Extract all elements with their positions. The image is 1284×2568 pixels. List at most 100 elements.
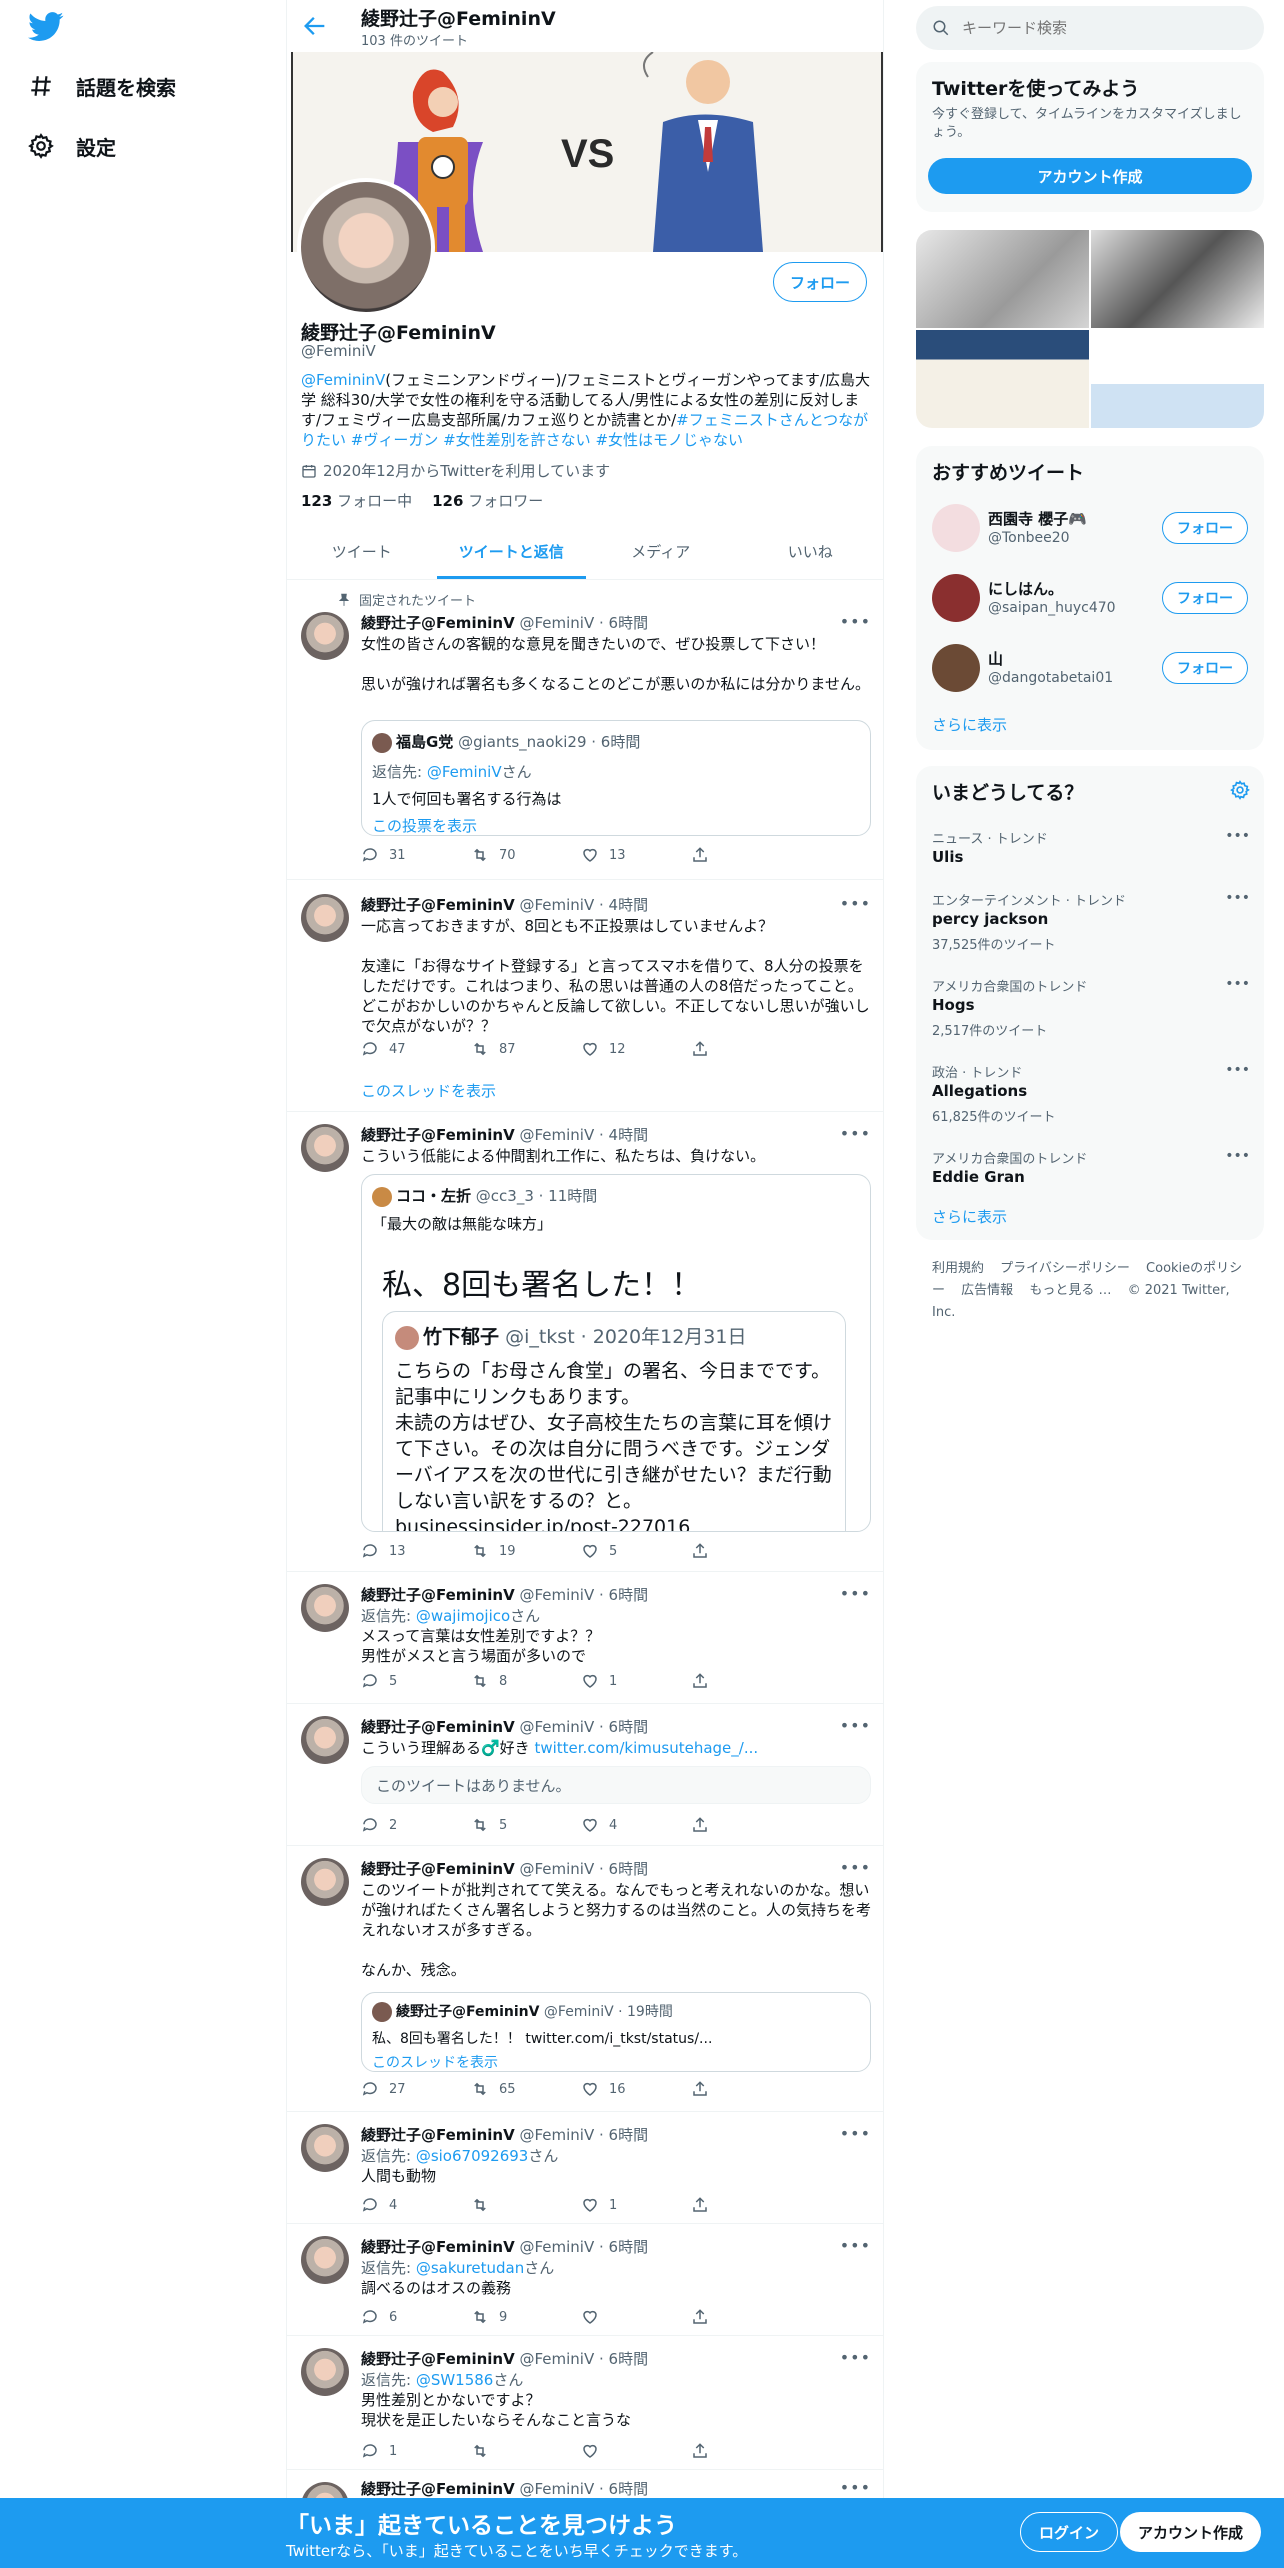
like-button[interactable]: 4 [581, 1816, 691, 1834]
tab-tweets[interactable]: ツイート [287, 524, 437, 579]
login-button[interactable]: ログイン [1020, 2512, 1119, 2552]
show-thread-link[interactable]: このスレッドを表示 [372, 2052, 860, 2071]
avatar[interactable] [932, 504, 980, 552]
media-thumbnail[interactable] [916, 330, 1089, 428]
more-icon[interactable]: ••• [840, 1584, 871, 1603]
share-button[interactable] [691, 2196, 801, 2214]
more-icon[interactable]: ••• [1225, 828, 1250, 844]
retweet-button[interactable]: 70 [471, 846, 581, 864]
like-button[interactable]: 1 [581, 1672, 691, 1690]
nav-settings[interactable]: 設定 [28, 126, 116, 166]
trend-item[interactable]: エンターテインメント · トレンド percy jackson 37,525件の… [916, 880, 1264, 966]
reply-button[interactable]: 47 [361, 1040, 471, 1058]
avatar[interactable] [301, 894, 349, 942]
more-icon[interactable]: ••• [1225, 1062, 1250, 1078]
media-thumbnail[interactable] [1091, 230, 1264, 328]
more-icon[interactable]: ••• [840, 2236, 871, 2255]
tweet-item[interactable]: 綾野辻子@FemininV @FeminiV · 6時間 ••• こういう理解あ… [287, 1704, 883, 1846]
tweet-item[interactable]: 綾野辻子@FemininV @FeminiV · 6時間 ••• 返信先: @s… [287, 2224, 883, 2336]
bio-mention-link[interactable]: @FemininV [301, 371, 385, 389]
tab-media[interactable]: メディア [586, 524, 736, 579]
footer-ads-link[interactable]: 広告情報 [961, 1283, 1013, 1298]
quoted-tweet[interactable]: 綾野辻子@FemininV @FeminiV · 19時間 私、8回も署名した！… [361, 1992, 871, 2072]
show-poll-link[interactable]: この投票を表示 [372, 815, 860, 836]
reply-button[interactable]: 31 [361, 846, 471, 864]
recommended-user[interactable]: 山 @dangotabetai01 フォロー [916, 634, 1264, 704]
more-icon[interactable]: ••• [840, 612, 871, 631]
tab-tweets-and-replies[interactable]: ツイートと返信 [436, 524, 587, 579]
reply-button[interactable]: 27 [361, 2080, 471, 2098]
retweet-button[interactable] [471, 2196, 581, 2214]
tweet-item[interactable]: 綾野辻子@FemininV @FeminiV · 6時間 ••• 返信先: @S… [287, 2336, 883, 2470]
tweet-item[interactable]: 綾野辻子@FemininV @FeminiV · 6時間 ••• このツイートが… [287, 1846, 883, 2112]
footer-terms-link[interactable]: 利用規約 [932, 1261, 984, 1276]
more-icon[interactable]: ••• [840, 2478, 871, 2497]
media-grid[interactable] [916, 230, 1264, 428]
more-icon[interactable]: ••• [840, 1858, 871, 1877]
nav-explore[interactable]: 話題を検索 [28, 66, 176, 106]
more-icon[interactable]: ••• [1225, 1148, 1250, 1164]
search-bar[interactable] [916, 6, 1264, 50]
share-button[interactable] [691, 846, 801, 864]
avatar[interactable] [301, 1124, 349, 1172]
show-more-link[interactable]: さらに表示 [932, 1206, 1007, 1227]
share-button[interactable] [691, 2080, 801, 2098]
retweet-button[interactable]: 19 [471, 1542, 581, 1560]
twitter-logo-icon[interactable] [28, 12, 64, 42]
quoted-tweet[interactable]: 福島G党 @giants_naoki29 · 6時間 返信先: @FeminiV… [361, 720, 871, 836]
retweet-button[interactable]: 87 [471, 1040, 581, 1058]
more-icon[interactable]: ••• [840, 1124, 871, 1143]
retweet-button[interactable]: 5 [471, 1816, 581, 1834]
more-icon[interactable]: ••• [1225, 976, 1250, 992]
like-button[interactable]: 16 [581, 2080, 691, 2098]
avatar[interactable] [301, 2124, 349, 2172]
reply-button[interactable]: 6 [361, 2308, 471, 2326]
avatar[interactable] [301, 1716, 349, 1764]
tweet-item[interactable]: 固定されたツイート 綾野辻子@FemininV @FeminiV · 6時間 •… [287, 580, 883, 880]
recommended-user[interactable]: 西園寺 櫻子🎮 @Tonbee20 フォロー [916, 494, 1264, 564]
quoted-tweet[interactable]: ココ・左折 @cc3_3 · 11時間 「最大の敵は無能な味方」 私、8回も署名… [361, 1174, 871, 1532]
show-thread-link[interactable]: このスレッドを表示 [361, 1080, 496, 1101]
create-account-button[interactable]: アカウント作成 [928, 158, 1252, 194]
avatar[interactable] [932, 644, 980, 692]
reply-button[interactable]: 1 [361, 2442, 471, 2460]
like-button[interactable] [581, 2308, 691, 2326]
avatar[interactable] [301, 612, 349, 660]
like-button[interactable]: 12 [581, 1040, 691, 1058]
tweet-item[interactable]: 綾野辻子@FemininV @FeminiV · 4時間 ••• こういう低能に… [287, 1112, 883, 1572]
avatar[interactable] [301, 2236, 349, 2284]
retweet-button[interactable] [471, 2442, 581, 2460]
nested-quoted-tweet[interactable]: 竹下郁子 @i_tkst · 2020年12月31日 こちらの「お母さん食堂」の… [382, 1311, 846, 1531]
more-icon[interactable]: ••• [840, 1716, 871, 1735]
following-stat[interactable]: 123 フォロー中 [301, 490, 412, 511]
like-button[interactable]: 13 [581, 846, 691, 864]
tweet-item[interactable]: 綾野辻子@FemininV @FeminiV · 6時間 ••• 返信先: @w… [287, 1572, 883, 1704]
retweet-button[interactable]: 9 [471, 2308, 581, 2326]
profile-avatar[interactable] [297, 178, 435, 316]
share-button[interactable] [691, 2442, 801, 2460]
avatar[interactable] [301, 1858, 349, 1906]
like-button[interactable] [581, 2442, 691, 2460]
media-thumbnail[interactable] [1091, 330, 1264, 428]
trend-item[interactable]: アメリカ合衆国のトレンド Hogs 2,517件のツイート ••• [916, 966, 1264, 1052]
avatar[interactable] [301, 1584, 349, 1632]
reply-button[interactable]: 4 [361, 2196, 471, 2214]
tweet-item[interactable]: 綾野辻子@FemininV @FeminiV · 6時間 ••• 返信先: @s… [287, 2112, 883, 2224]
reply-button[interactable]: 2 [361, 1816, 471, 1834]
avatar[interactable] [932, 574, 980, 622]
share-button[interactable] [691, 1040, 801, 1058]
avatar[interactable] [301, 2348, 349, 2396]
footer-privacy-link[interactable]: プライバシーポリシー [1000, 1261, 1130, 1276]
follow-button[interactable]: フォロー [1162, 652, 1248, 684]
share-button[interactable] [691, 1816, 801, 1834]
more-icon[interactable]: ••• [1225, 890, 1250, 906]
recommended-user[interactable]: にしはん。 @saipan_huyc470 フォロー [916, 564, 1264, 634]
trend-item[interactable]: 政治 · トレンド Allegations 61,825件のツイート ••• [916, 1052, 1264, 1138]
profile-follow-button[interactable]: フォロー [772, 262, 867, 302]
show-more-link[interactable]: さらに表示 [932, 714, 1007, 735]
reply-button[interactable]: 13 [361, 1542, 471, 1560]
tweet-link[interactable]: twitter.com/kimusutehage_/... [534, 1739, 758, 1757]
like-button[interactable]: 1 [581, 2196, 691, 2214]
more-icon[interactable]: ••• [840, 894, 871, 913]
retweet-button[interactable]: 65 [471, 2080, 581, 2098]
